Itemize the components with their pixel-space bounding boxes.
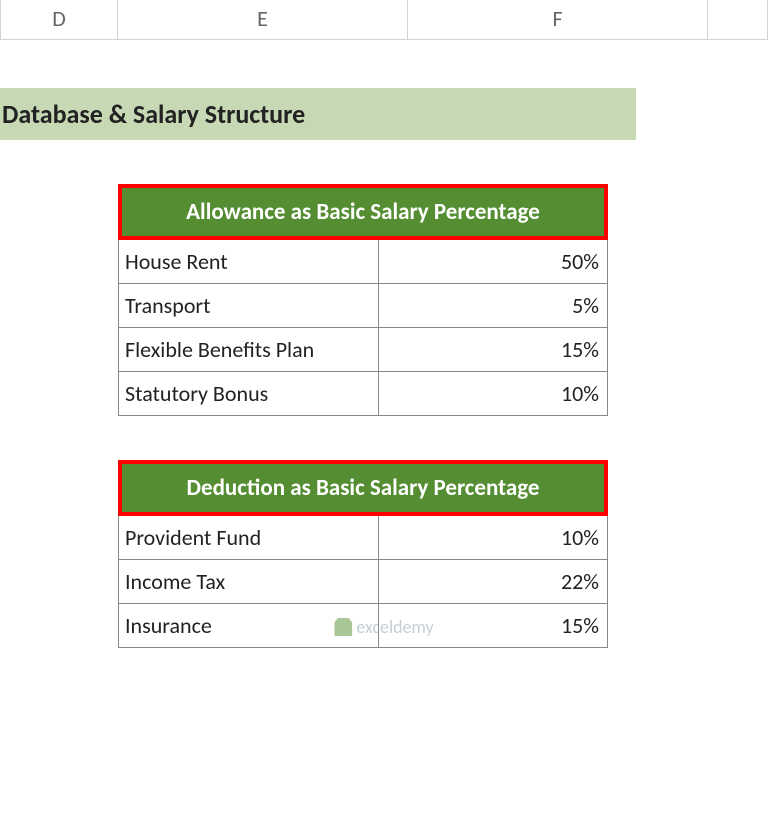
deduction-value: 10% — [379, 516, 607, 559]
allowance-value: 15% — [379, 328, 607, 371]
column-header-e[interactable]: E — [118, 0, 408, 39]
table-row[interactable]: Insurance 15% — [118, 604, 608, 648]
column-header-row: D E F — [0, 0, 768, 40]
allowance-table: Allowance as Basic Salary Percentage Hou… — [118, 184, 608, 416]
deduction-value: 15% — [379, 604, 607, 647]
allowance-header: Allowance as Basic Salary Percentage — [118, 184, 608, 240]
table-row[interactable]: Flexible Benefits Plan 15% — [118, 328, 608, 372]
allowance-label: House Rent — [119, 240, 379, 283]
page-title: Database & Salary Structure — [0, 88, 636, 140]
deduction-value: 22% — [379, 560, 607, 603]
table-row[interactable]: House Rent 50% — [118, 240, 608, 284]
deduction-table: Deduction as Basic Salary Percentage Pro… — [118, 460, 608, 648]
table-row[interactable]: Statutory Bonus 10% — [118, 372, 608, 416]
table-row[interactable]: Income Tax 22% — [118, 560, 608, 604]
deduction-header: Deduction as Basic Salary Percentage — [118, 460, 608, 516]
deduction-label: Insurance — [119, 604, 379, 647]
column-header-f[interactable]: F — [408, 0, 708, 39]
deduction-label: Income Tax — [119, 560, 379, 603]
allowance-value: 10% — [379, 372, 607, 415]
allowance-value: 50% — [379, 240, 607, 283]
allowance-label: Transport — [119, 284, 379, 327]
table-row[interactable]: Provident Fund 10% — [118, 516, 608, 560]
table-row[interactable]: Transport 5% — [118, 284, 608, 328]
allowance-label: Flexible Benefits Plan — [119, 328, 379, 371]
spreadsheet-body[interactable]: Database & Salary Structure Allowance as… — [0, 88, 768, 648]
column-header-g[interactable] — [708, 0, 768, 39]
deduction-label: Provident Fund — [119, 516, 379, 559]
column-header-d[interactable]: D — [0, 0, 118, 39]
allowance-label: Statutory Bonus — [119, 372, 379, 415]
allowance-value: 5% — [379, 284, 607, 327]
